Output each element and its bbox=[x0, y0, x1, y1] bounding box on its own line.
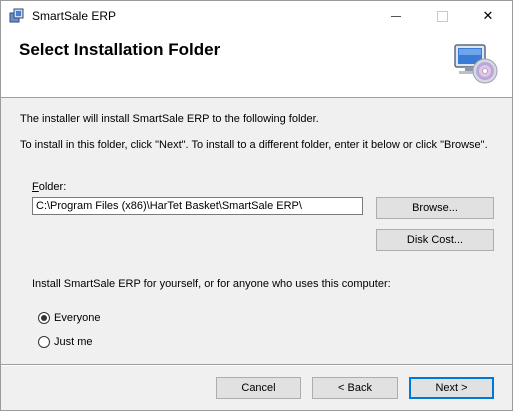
folder-path-input[interactable]: C:\Program Files (x86)\HarTet Basket\Sma… bbox=[32, 197, 363, 215]
disk-cost-button[interactable]: Disk Cost... bbox=[376, 229, 494, 251]
header-banner: Select Installation Folder bbox=[1, 31, 512, 98]
window-title: SmartSale ERP bbox=[32, 9, 117, 23]
maximize-button[interactable] bbox=[419, 1, 465, 31]
next-button[interactable]: Next > bbox=[409, 377, 494, 399]
installer-app-icon bbox=[9, 8, 24, 23]
close-icon: ✕ bbox=[482, 8, 494, 23]
minimize-button[interactable] bbox=[373, 1, 419, 31]
install-info-text: The installer will install SmartSale ERP… bbox=[20, 113, 319, 125]
folder-label: Folder: bbox=[32, 181, 66, 193]
maximize-icon bbox=[436, 10, 448, 22]
page-title: Select Installation Folder bbox=[19, 40, 221, 59]
browse-button[interactable]: Browse... bbox=[376, 197, 494, 219]
just-me-radio-option[interactable]: Just me bbox=[38, 336, 93, 348]
install-instructions-text: To install in this folder, click "Next".… bbox=[20, 139, 488, 151]
close-button[interactable]: ✕ bbox=[465, 1, 511, 31]
cancel-button[interactable]: Cancel bbox=[216, 377, 301, 399]
everyone-radio[interactable] bbox=[38, 312, 50, 324]
install-for-prompt: Install SmartSale ERP for yourself, or f… bbox=[32, 278, 391, 290]
footer-divider-highlight bbox=[1, 365, 512, 366]
just-me-radio-label: Just me bbox=[54, 336, 93, 348]
everyone-radio-label: Everyone bbox=[54, 312, 101, 324]
just-me-radio[interactable] bbox=[38, 336, 50, 348]
folder-label-text: older: bbox=[38, 181, 67, 193]
everyone-radio-option[interactable]: Everyone bbox=[38, 312, 100, 324]
title-bar: SmartSale ERP ✕ bbox=[1, 1, 512, 31]
folder-label-accelerator: F bbox=[32, 181, 39, 193]
minimize-icon bbox=[391, 15, 401, 17]
back-button[interactable]: < Back bbox=[312, 377, 398, 399]
computer-cd-icon bbox=[454, 44, 498, 84]
installer-window: SmartSale ERP ✕ Select Installation Fold… bbox=[0, 0, 513, 411]
